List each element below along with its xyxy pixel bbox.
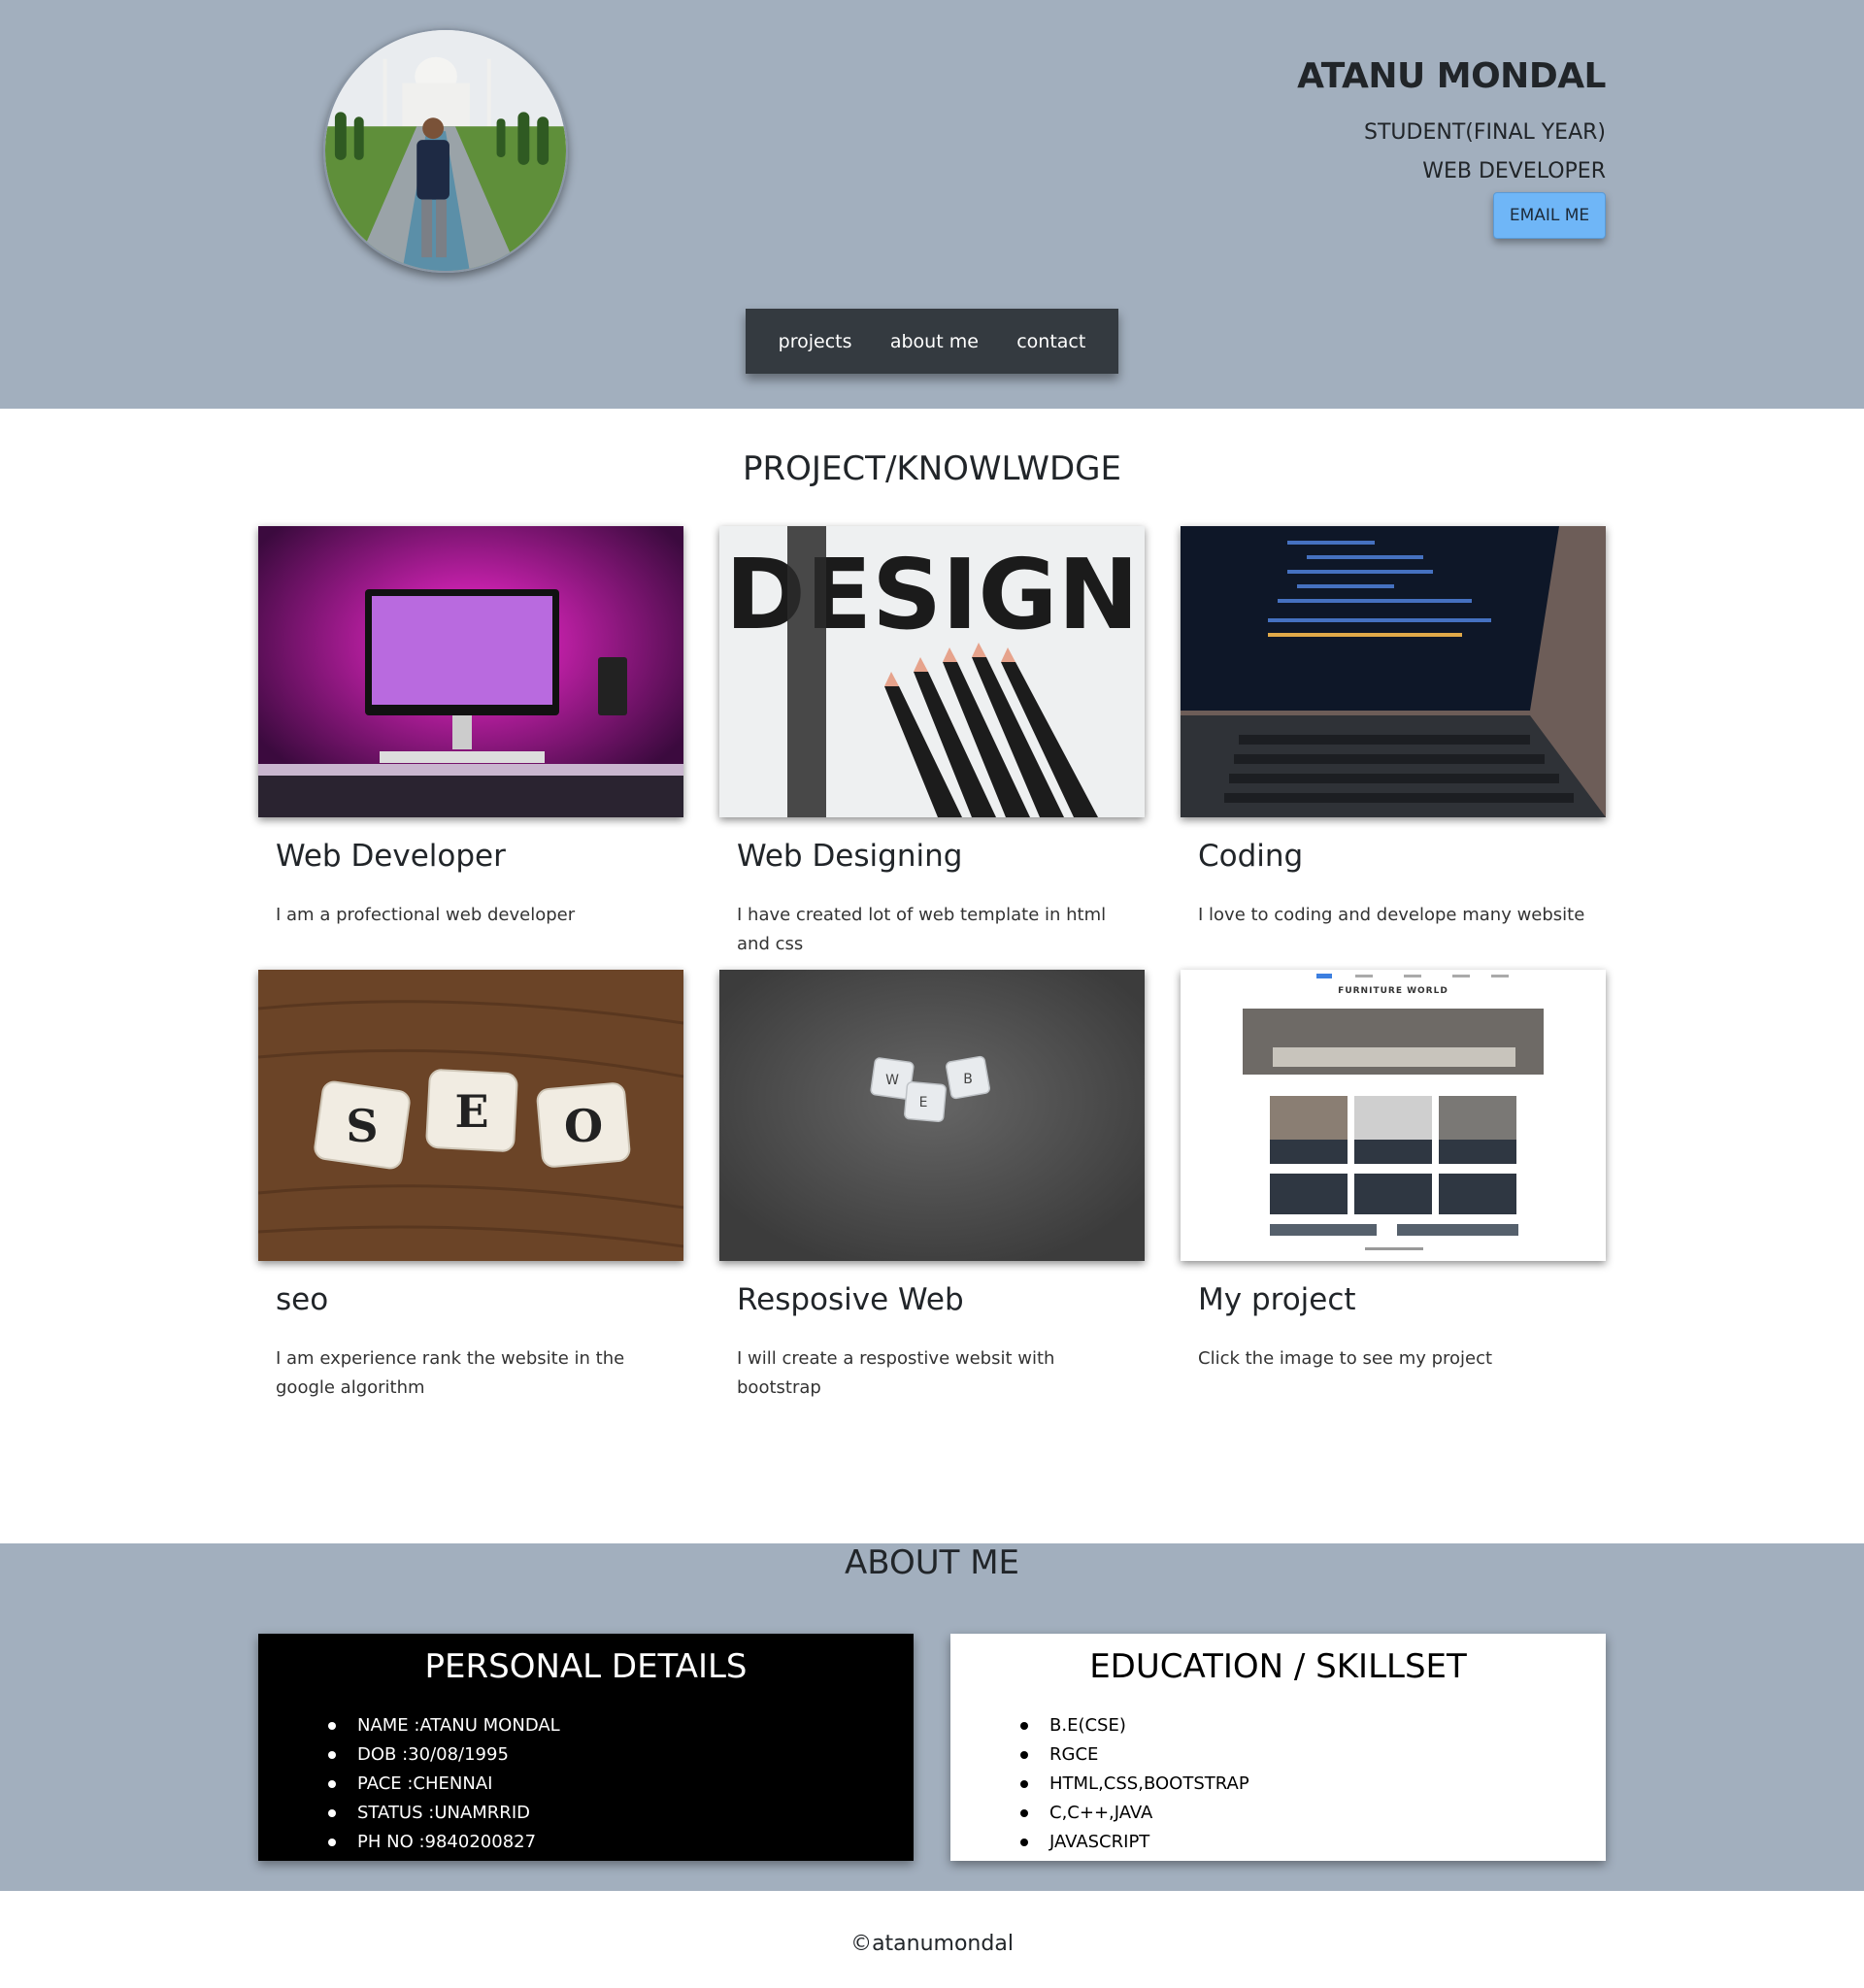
project-image-web-developer[interactable] [258, 526, 683, 817]
project-image-coding[interactable] [1181, 526, 1606, 817]
project-image-web-designing[interactable]: DESIGN [719, 526, 1145, 817]
project-card: Coding I love to coding and develope man… [1181, 526, 1606, 930]
nav-link-projects[interactable]: projects [779, 331, 852, 352]
seo-tile-s: S [346, 1100, 378, 1152]
list-item: RGCE [1020, 1740, 1606, 1770]
project-card: S E O seo I am experience rank the websi… [258, 970, 683, 1403]
list-item: C,C++,JAVA [1020, 1799, 1606, 1828]
personal-details-card: PERSONAL DETAILS NAME :ATANU MONDAL DOB … [258, 1634, 914, 1861]
list-item: PH NO :9840200827 [328, 1828, 914, 1857]
list-item: PACE :CHENNAI [328, 1770, 914, 1799]
project-title: seo [276, 1282, 329, 1317]
email-me-button[interactable]: EMAIL ME [1493, 192, 1606, 239]
project-description: I have created lot of web template in ht… [737, 905, 1107, 954]
project-image-my-project[interactable]: FURNITURE WORLD [1181, 970, 1606, 1261]
seo-tile-o: O [564, 1100, 603, 1152]
personal-details-list: NAME :ATANU MONDAL DOB :30/08/1995 PACE … [328, 1711, 914, 1857]
education-skillset-list: B.E(CSE) RGCE HTML,CSS,BOOTSTRAP C,C++,J… [1020, 1711, 1606, 1857]
profile-role-student: STUDENT(FINAL YEAR) [1364, 120, 1606, 145]
project-title: Web Designing [737, 839, 963, 874]
project-description: Click the image to see my project [1198, 1348, 1493, 1369]
about-section: ABOUT ME PERSONAL DETAILS NAME :ATANU MO… [0, 1543, 1864, 1891]
tile-e: E [919, 1095, 928, 1110]
nav-link-about-me[interactable]: about me [890, 331, 979, 352]
tile-b: B [963, 1072, 973, 1087]
project-title: My project [1198, 1282, 1356, 1317]
education-skillset-card: EDUCATION / SKILLSET B.E(CSE) RGCE HTML,… [950, 1634, 1606, 1861]
project-card: DESIGN Web Designing I have created lot … [719, 526, 1145, 959]
project-card: FURNITURE WORLD My project Click the ima… [1181, 970, 1606, 1374]
personal-details-heading: PERSONAL DETAILS [424, 1647, 748, 1686]
project-title: Web Developer [276, 839, 506, 874]
about-heading: ABOUT ME [844, 1543, 1020, 1582]
project-title: Resposive Web [737, 1282, 964, 1317]
projects-heading: PROJECT/KNOWLWDGE [743, 449, 1121, 488]
seo-tile-e: E [454, 1085, 488, 1138]
tile-w: W [885, 1073, 899, 1088]
nav-link-contact[interactable]: contact [1016, 331, 1085, 352]
project-card: W B E Resposive Web I will create a resp… [719, 970, 1145, 1403]
list-item: B.E(CSE) [1020, 1711, 1606, 1740]
footer-copyright: ©atanumondal [850, 1932, 1014, 1956]
profile-name: ATANU MONDAL [1297, 56, 1606, 96]
list-item: DOB :30/08/1995 [328, 1740, 914, 1770]
project-description: I love to coding and develope many websi… [1198, 905, 1585, 925]
profile-photo [325, 30, 566, 271]
education-skillset-heading: EDUCATION / SKILLSET [1089, 1647, 1467, 1686]
design-image-text: DESIGN [725, 538, 1139, 651]
header: ATANU MONDAL STUDENT(FINAL YEAR) WEB DEV… [0, 0, 1864, 409]
profile-info: ATANU MONDAL STUDENT(FINAL YEAR) WEB DEV… [926, 56, 1606, 184]
project-image-responsive-web[interactable]: W B E [719, 970, 1145, 1261]
project-description: I am experience rank the website in the … [276, 1348, 625, 1398]
project-title: Coding [1198, 839, 1304, 874]
project-description: I will create a respostive websit with b… [737, 1348, 1055, 1398]
project-description: I am a profectional web developer [276, 905, 576, 925]
list-item: JAVASCRIPT [1020, 1828, 1606, 1857]
project-card: Web Developer I am a profectional web de… [258, 526, 683, 930]
profile-avatar [323, 28, 568, 273]
project-image-seo[interactable]: S E O [258, 970, 683, 1261]
furniture-world-text: FURNITURE WORLD [1338, 986, 1448, 996]
profile-role-developer: WEB DEVELOPER [1422, 159, 1606, 183]
list-item: HTML,CSS,BOOTSTRAP [1020, 1770, 1606, 1799]
list-item: NAME :ATANU MONDAL [328, 1711, 914, 1740]
list-item: STATUS :UNAMRRID [328, 1799, 914, 1828]
main-nav: projects about me contact [746, 309, 1118, 374]
